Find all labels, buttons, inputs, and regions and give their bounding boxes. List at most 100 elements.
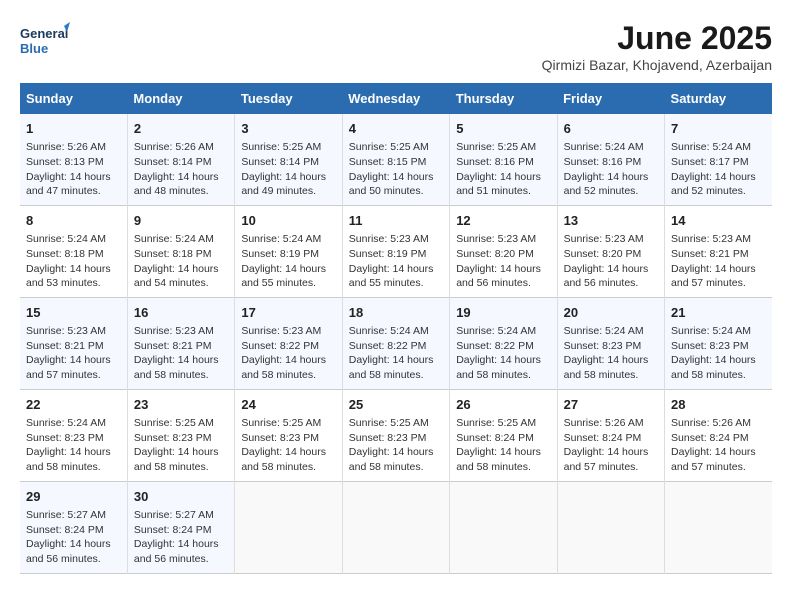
- day-info: Sunrise: 5:23 AM Sunset: 8:19 PM Dayligh…: [349, 232, 443, 291]
- day-number: 25: [349, 396, 443, 414]
- day-number: 15: [26, 304, 121, 322]
- calendar-day-cell: 11 Sunrise: 5:23 AM Sunset: 8:19 PM Dayli…: [342, 205, 449, 297]
- calendar-day-cell: 3 Sunrise: 5:25 AM Sunset: 8:14 PM Daylig…: [235, 114, 342, 205]
- day-info: Sunrise: 5:24 AM Sunset: 8:23 PM Dayligh…: [671, 324, 766, 383]
- logo-svg: General Blue: [20, 20, 70, 64]
- day-info: Sunrise: 5:25 AM Sunset: 8:14 PM Dayligh…: [241, 140, 335, 199]
- calendar-day-cell: 18 Sunrise: 5:24 AM Sunset: 8:22 PM Dayli…: [342, 297, 449, 389]
- calendar-day-cell: 28 Sunrise: 5:26 AM Sunset: 8:24 PM Dayli…: [665, 389, 772, 481]
- day-info: Sunrise: 5:25 AM Sunset: 8:15 PM Dayligh…: [349, 140, 443, 199]
- empty-day-cell: [342, 481, 449, 573]
- month-title: June 2025: [542, 20, 772, 57]
- day-number: 16: [134, 304, 228, 322]
- day-number: 29: [26, 488, 121, 506]
- day-number: 26: [456, 396, 550, 414]
- day-number: 30: [134, 488, 228, 506]
- calendar-table: SundayMondayTuesdayWednesdayThursdayFrid…: [20, 83, 772, 574]
- day-number: 23: [134, 396, 228, 414]
- day-number: 4: [349, 120, 443, 138]
- empty-day-cell: [235, 481, 342, 573]
- day-number: 18: [349, 304, 443, 322]
- calendar-day-cell: 2Sunrise: 5:26 AM Sunset: 8:14 PM Daylig…: [127, 114, 234, 205]
- day-number: 24: [241, 396, 335, 414]
- day-number: 19: [456, 304, 550, 322]
- empty-day-cell: [665, 481, 772, 573]
- calendar-day-cell: 27 Sunrise: 5:26 AM Sunset: 8:24 PM Dayli…: [557, 389, 664, 481]
- weekday-header-tuesday: Tuesday: [235, 83, 342, 114]
- weekday-header-thursday: Thursday: [450, 83, 557, 114]
- calendar-day-cell: 10 Sunrise: 5:24 AM Sunset: 8:19 PM Dayli…: [235, 205, 342, 297]
- title-block: June 2025 Qirmizi Bazar, Khojavend, Azer…: [542, 20, 772, 73]
- page-header: General Blue June 2025 Qirmizi Bazar, Kh…: [20, 20, 772, 73]
- calendar-day-cell: 24 Sunrise: 5:25 AM Sunset: 8:23 PM Dayli…: [235, 389, 342, 481]
- calendar-day-cell: 8 Sunrise: 5:24 AM Sunset: 8:18 PM Daylig…: [20, 205, 127, 297]
- day-number: 10: [241, 212, 335, 230]
- calendar-day-cell: 15 Sunrise: 5:23 AM Sunset: 8:21 PM Dayli…: [20, 297, 127, 389]
- day-info: Sunrise: 5:24 AM Sunset: 8:23 PM Dayligh…: [26, 416, 121, 475]
- calendar-day-cell: 20 Sunrise: 5:24 AM Sunset: 8:23 PM Dayli…: [557, 297, 664, 389]
- day-number: 17: [241, 304, 335, 322]
- weekday-header-monday: Monday: [127, 83, 234, 114]
- empty-day-cell: [450, 481, 557, 573]
- day-info: Sunrise: 5:24 AM Sunset: 8:22 PM Dayligh…: [456, 324, 550, 383]
- day-number: 11: [349, 212, 443, 230]
- day-number: 3: [241, 120, 335, 138]
- calendar-day-cell: 4 Sunrise: 5:25 AM Sunset: 8:15 PM Daylig…: [342, 114, 449, 205]
- day-info: Sunrise: 5:24 AM Sunset: 8:18 PM Dayligh…: [134, 232, 228, 291]
- weekday-header-saturday: Saturday: [665, 83, 772, 114]
- day-info: Sunrise: 5:26 AM Sunset: 8:14 PM Dayligh…: [134, 140, 228, 199]
- day-number: 20: [564, 304, 658, 322]
- day-info: Sunrise: 5:24 AM Sunset: 8:18 PM Dayligh…: [26, 232, 121, 291]
- day-info: Sunrise: 5:26 AM Sunset: 8:13 PM Dayligh…: [26, 140, 121, 199]
- day-number: 14: [671, 212, 766, 230]
- weekday-header-friday: Friday: [557, 83, 664, 114]
- day-info: Sunrise: 5:24 AM Sunset: 8:23 PM Dayligh…: [564, 324, 658, 383]
- day-info: Sunrise: 5:25 AM Sunset: 8:23 PM Dayligh…: [349, 416, 443, 475]
- calendar-day-cell: 7 Sunrise: 5:24 AM Sunset: 8:17 PM Daylig…: [665, 114, 772, 205]
- day-number: 21: [671, 304, 766, 322]
- day-info: Sunrise: 5:24 AM Sunset: 8:22 PM Dayligh…: [349, 324, 443, 383]
- calendar-day-cell: 22 Sunrise: 5:24 AM Sunset: 8:23 PM Dayli…: [20, 389, 127, 481]
- day-info: Sunrise: 5:24 AM Sunset: 8:16 PM Dayligh…: [564, 140, 658, 199]
- day-info: Sunrise: 5:25 AM Sunset: 8:24 PM Dayligh…: [456, 416, 550, 475]
- day-info: Sunrise: 5:26 AM Sunset: 8:24 PM Dayligh…: [671, 416, 766, 475]
- calendar-day-cell: 14 Sunrise: 5:23 AM Sunset: 8:21 PM Dayli…: [665, 205, 772, 297]
- day-info: Sunrise: 5:23 AM Sunset: 8:20 PM Dayligh…: [564, 232, 658, 291]
- calendar-week-row: 1 Sunrise: 5:26 AM Sunset: 8:13 PM Daylig…: [20, 114, 772, 205]
- day-info: Sunrise: 5:26 AM Sunset: 8:24 PM Dayligh…: [564, 416, 658, 475]
- day-info: Sunrise: 5:24 AM Sunset: 8:19 PM Dayligh…: [241, 232, 335, 291]
- day-number: 1: [26, 120, 121, 138]
- day-number: 8: [26, 212, 121, 230]
- day-info: Sunrise: 5:23 AM Sunset: 8:21 PM Dayligh…: [671, 232, 766, 291]
- empty-day-cell: [557, 481, 664, 573]
- day-number: 28: [671, 396, 766, 414]
- day-number: 27: [564, 396, 658, 414]
- calendar-day-cell: 21 Sunrise: 5:24 AM Sunset: 8:23 PM Dayli…: [665, 297, 772, 389]
- calendar-day-cell: 23 Sunrise: 5:25 AM Sunset: 8:23 PM Dayli…: [127, 389, 234, 481]
- day-info: Sunrise: 5:23 AM Sunset: 8:20 PM Dayligh…: [456, 232, 550, 291]
- calendar-week-row: 8 Sunrise: 5:24 AM Sunset: 8:18 PM Daylig…: [20, 205, 772, 297]
- day-number: 7: [671, 120, 766, 138]
- calendar-day-cell: 29 Sunrise: 5:27 AM Sunset: 8:24 PM Dayli…: [20, 481, 127, 573]
- calendar-week-row: 15 Sunrise: 5:23 AM Sunset: 8:21 PM Dayli…: [20, 297, 772, 389]
- day-info: Sunrise: 5:25 AM Sunset: 8:23 PM Dayligh…: [134, 416, 228, 475]
- day-info: Sunrise: 5:27 AM Sunset: 8:24 PM Dayligh…: [134, 508, 228, 567]
- day-number: 22: [26, 396, 121, 414]
- day-info: Sunrise: 5:27 AM Sunset: 8:24 PM Dayligh…: [26, 508, 121, 567]
- day-info: Sunrise: 5:23 AM Sunset: 8:21 PM Dayligh…: [134, 324, 228, 383]
- weekday-header-wednesday: Wednesday: [342, 83, 449, 114]
- day-number: 12: [456, 212, 550, 230]
- day-info: Sunrise: 5:25 AM Sunset: 8:16 PM Dayligh…: [456, 140, 550, 199]
- day-info: Sunrise: 5:24 AM Sunset: 8:17 PM Dayligh…: [671, 140, 766, 199]
- weekday-header-sunday: Sunday: [20, 83, 127, 114]
- svg-text:Blue: Blue: [20, 41, 48, 56]
- calendar-day-cell: 6Sunrise: 5:24 AM Sunset: 8:16 PM Daylig…: [557, 114, 664, 205]
- day-info: Sunrise: 5:25 AM Sunset: 8:23 PM Dayligh…: [241, 416, 335, 475]
- calendar-week-row: 22 Sunrise: 5:24 AM Sunset: 8:23 PM Dayli…: [20, 389, 772, 481]
- calendar-day-cell: 16 Sunrise: 5:23 AM Sunset: 8:21 PM Dayli…: [127, 297, 234, 389]
- calendar-day-cell: 19 Sunrise: 5:24 AM Sunset: 8:22 PM Dayli…: [450, 297, 557, 389]
- calendar-day-cell: 17Sunrise: 5:23 AM Sunset: 8:22 PM Dayli…: [235, 297, 342, 389]
- calendar-day-cell: 26 Sunrise: 5:25 AM Sunset: 8:24 PM Dayli…: [450, 389, 557, 481]
- day-info: Sunrise: 5:23 AM Sunset: 8:21 PM Dayligh…: [26, 324, 121, 383]
- calendar-week-row: 29 Sunrise: 5:27 AM Sunset: 8:24 PM Dayli…: [20, 481, 772, 573]
